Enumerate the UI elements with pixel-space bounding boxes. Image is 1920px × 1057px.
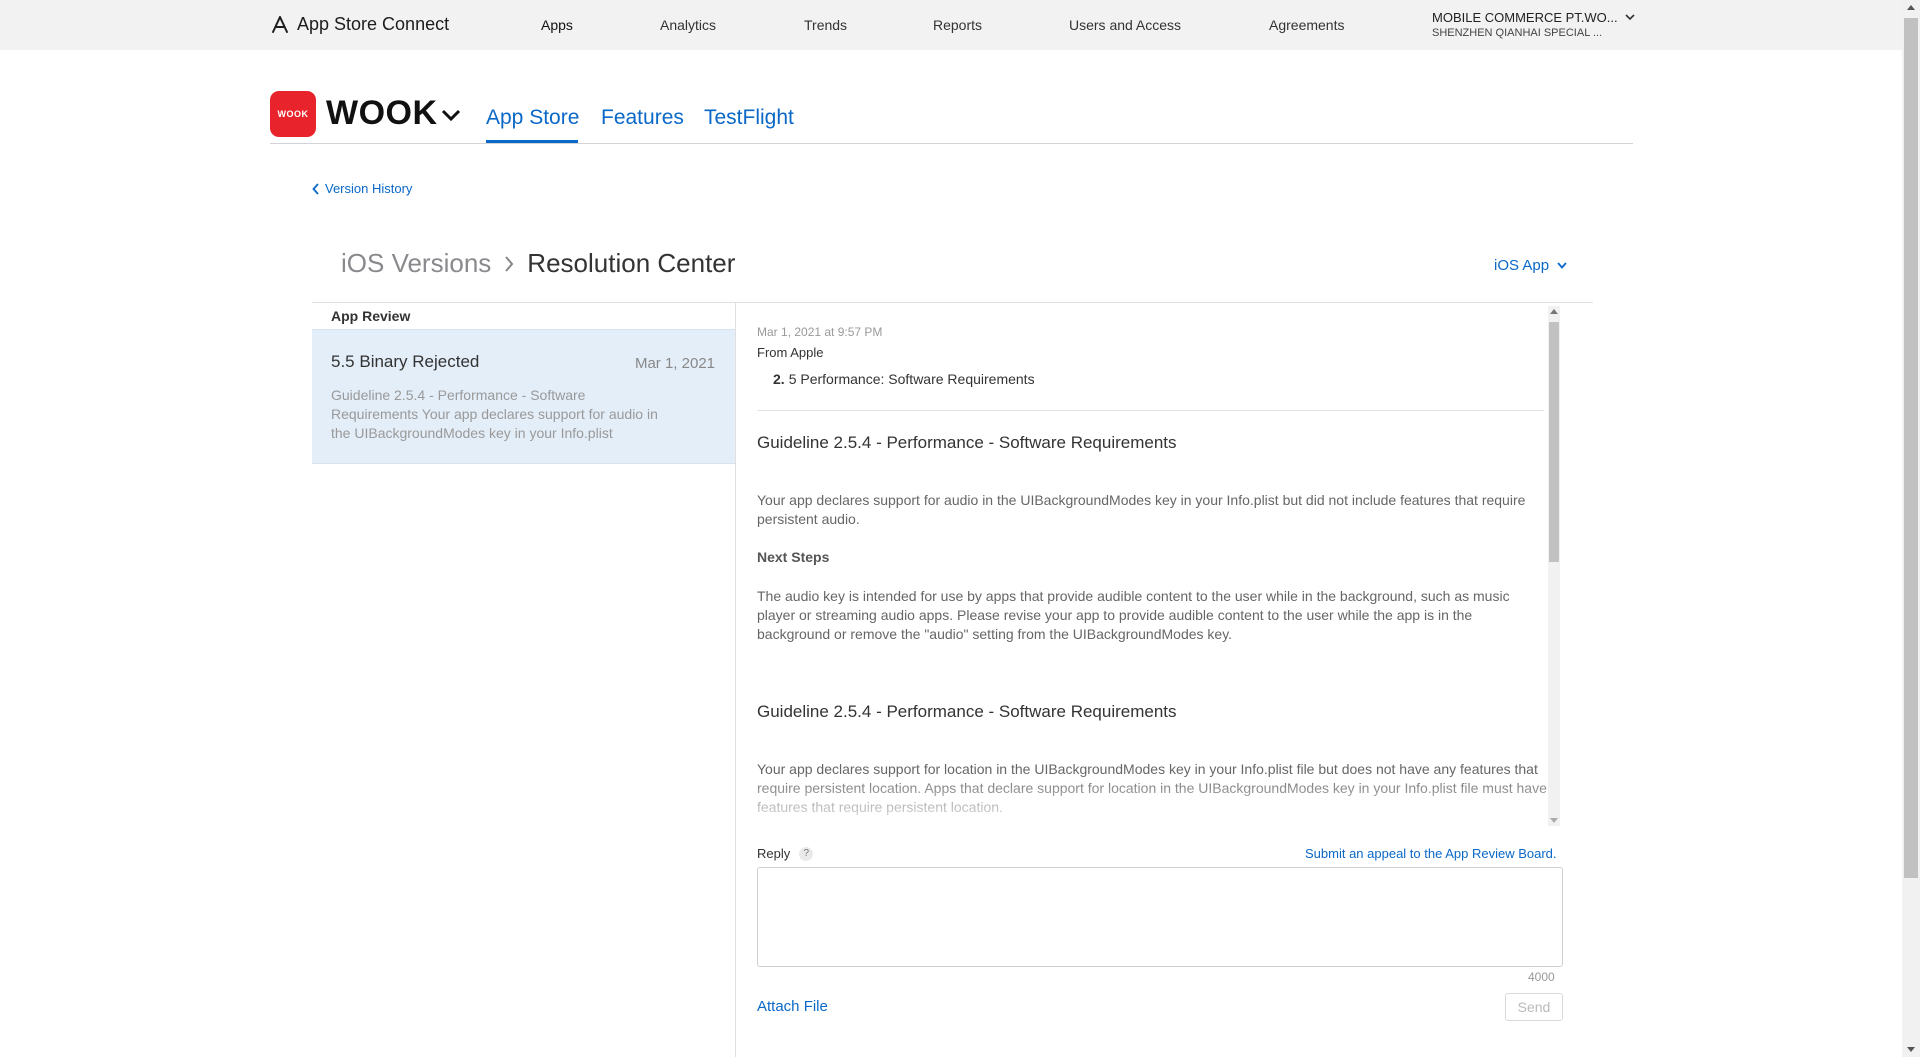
- scrollbar-thumb[interactable]: [1549, 322, 1559, 562]
- account-name: MOBILE COMMERCE PT.WO...: [1432, 10, 1618, 25]
- appeal-link[interactable]: Submit an appeal to the App Review Board…: [1305, 846, 1557, 861]
- chevron-right-icon: [505, 255, 514, 272]
- guideline-heading: Guideline 2.5.4 - Performance - Software…: [757, 702, 1177, 721]
- tab-app-store[interactable]: App Store: [486, 106, 579, 130]
- reply-label: Reply ?: [757, 846, 814, 861]
- help-icon[interactable]: ?: [799, 846, 814, 861]
- fade-overlay: [737, 773, 1549, 827]
- chevron-down-icon: [1625, 14, 1635, 21]
- nav-apps[interactable]: Apps: [541, 17, 573, 33]
- message-date: Mar 1, 2021 at 9:57 PM: [757, 325, 883, 339]
- scrollbar-thumb[interactable]: [1904, 18, 1918, 878]
- review-item-title: 5.5 Binary Rejected: [331, 352, 480, 371]
- brand-label: App Store Connect: [297, 14, 450, 34]
- platform-select-label: iOS App: [1494, 257, 1550, 274]
- list-number: 2.: [773, 371, 785, 387]
- app-name[interactable]: WOOK: [326, 94, 438, 133]
- message-paragraph: Your app declares support for audio in t…: [757, 492, 1526, 527]
- review-item-snippet: Guideline 2.5.4 - Performance - Software…: [331, 387, 658, 441]
- message-paragraph: The audio key is intended for use by app…: [757, 588, 1510, 642]
- list-text: 5 Performance: Software Requirements: [788, 371, 1035, 387]
- app-store-icon: [272, 15, 288, 33]
- app-icon-text: WOOK: [277, 109, 309, 119]
- nav-agreements[interactable]: Agreements: [1269, 17, 1344, 33]
- divider: [757, 410, 1544, 411]
- chevron-down-icon[interactable]: [440, 108, 462, 122]
- attach-file-link[interactable]: Attach File: [757, 998, 828, 1015]
- message-scrollbar[interactable]: [1548, 306, 1560, 826]
- version-history-label: Version History: [325, 181, 413, 196]
- message-panel: Mar 1, 2021 at 9:57 PM From Apple 2. 5 Pe…: [737, 303, 1549, 827]
- scroll-down-icon[interactable]: [1550, 818, 1558, 823]
- message-from: From Apple: [757, 345, 824, 360]
- app-icon: WOOK: [270, 91, 316, 137]
- nav-reports[interactable]: Reports: [933, 17, 982, 33]
- list-item[interactable]: 5.5 Binary Rejected Mar 1, 2021 Guidelin…: [312, 329, 735, 464]
- version-history-link[interactable]: Version History: [312, 181, 412, 196]
- breadcrumb: iOS Versions Resolution Center: [341, 248, 735, 279]
- chevron-down-icon: [1557, 262, 1567, 269]
- character-count: 4000: [1528, 970, 1555, 984]
- message-list-item: 2. 5 Performance: Software Requirements: [773, 371, 1035, 387]
- page-scrollbar[interactable]: [1902, 0, 1920, 1057]
- guideline-heading: Guideline 2.5.4 - Performance - Software…: [757, 433, 1177, 452]
- breadcrumb-ios-versions[interactable]: iOS Versions: [341, 248, 491, 279]
- page-title: Resolution Center: [527, 248, 736, 278]
- scroll-up-icon[interactable]: [1550, 309, 1558, 314]
- reply-input[interactable]: [757, 867, 1563, 967]
- top-nav: App Store Connect Apps Analytics Trends …: [0, 0, 1902, 50]
- platform-select[interactable]: iOS App: [1494, 257, 1568, 274]
- section-title: App Review: [331, 308, 411, 324]
- account-menu[interactable]: MOBILE COMMERCE PT.WO... SHENZHEN QIANHA…: [1432, 10, 1635, 40]
- tab-testflight[interactable]: TestFlight: [704, 106, 794, 130]
- tab-features[interactable]: Features: [601, 106, 684, 130]
- brand[interactable]: App Store Connect: [270, 14, 449, 35]
- scroll-up-icon[interactable]: [1907, 5, 1915, 10]
- send-button[interactable]: Send: [1505, 993, 1563, 1021]
- nav-analytics[interactable]: Analytics: [660, 17, 716, 33]
- review-list-panel: App Review 5.5 Binary Rejected Mar 1, 20…: [312, 303, 736, 1057]
- scroll-down-icon[interactable]: [1907, 1047, 1915, 1052]
- account-sub: SHENZHEN QIANHAI SPECIAL ...: [1432, 27, 1603, 39]
- chevron-left-icon: [312, 182, 319, 195]
- reply-label-text: Reply: [757, 846, 791, 861]
- review-item-date: Mar 1, 2021: [634, 355, 715, 372]
- nav-trends[interactable]: Trends: [804, 17, 847, 33]
- nav-users-and-access[interactable]: Users and Access: [1069, 17, 1181, 33]
- divider: [270, 143, 1633, 144]
- next-steps-heading: Next Steps: [757, 549, 830, 565]
